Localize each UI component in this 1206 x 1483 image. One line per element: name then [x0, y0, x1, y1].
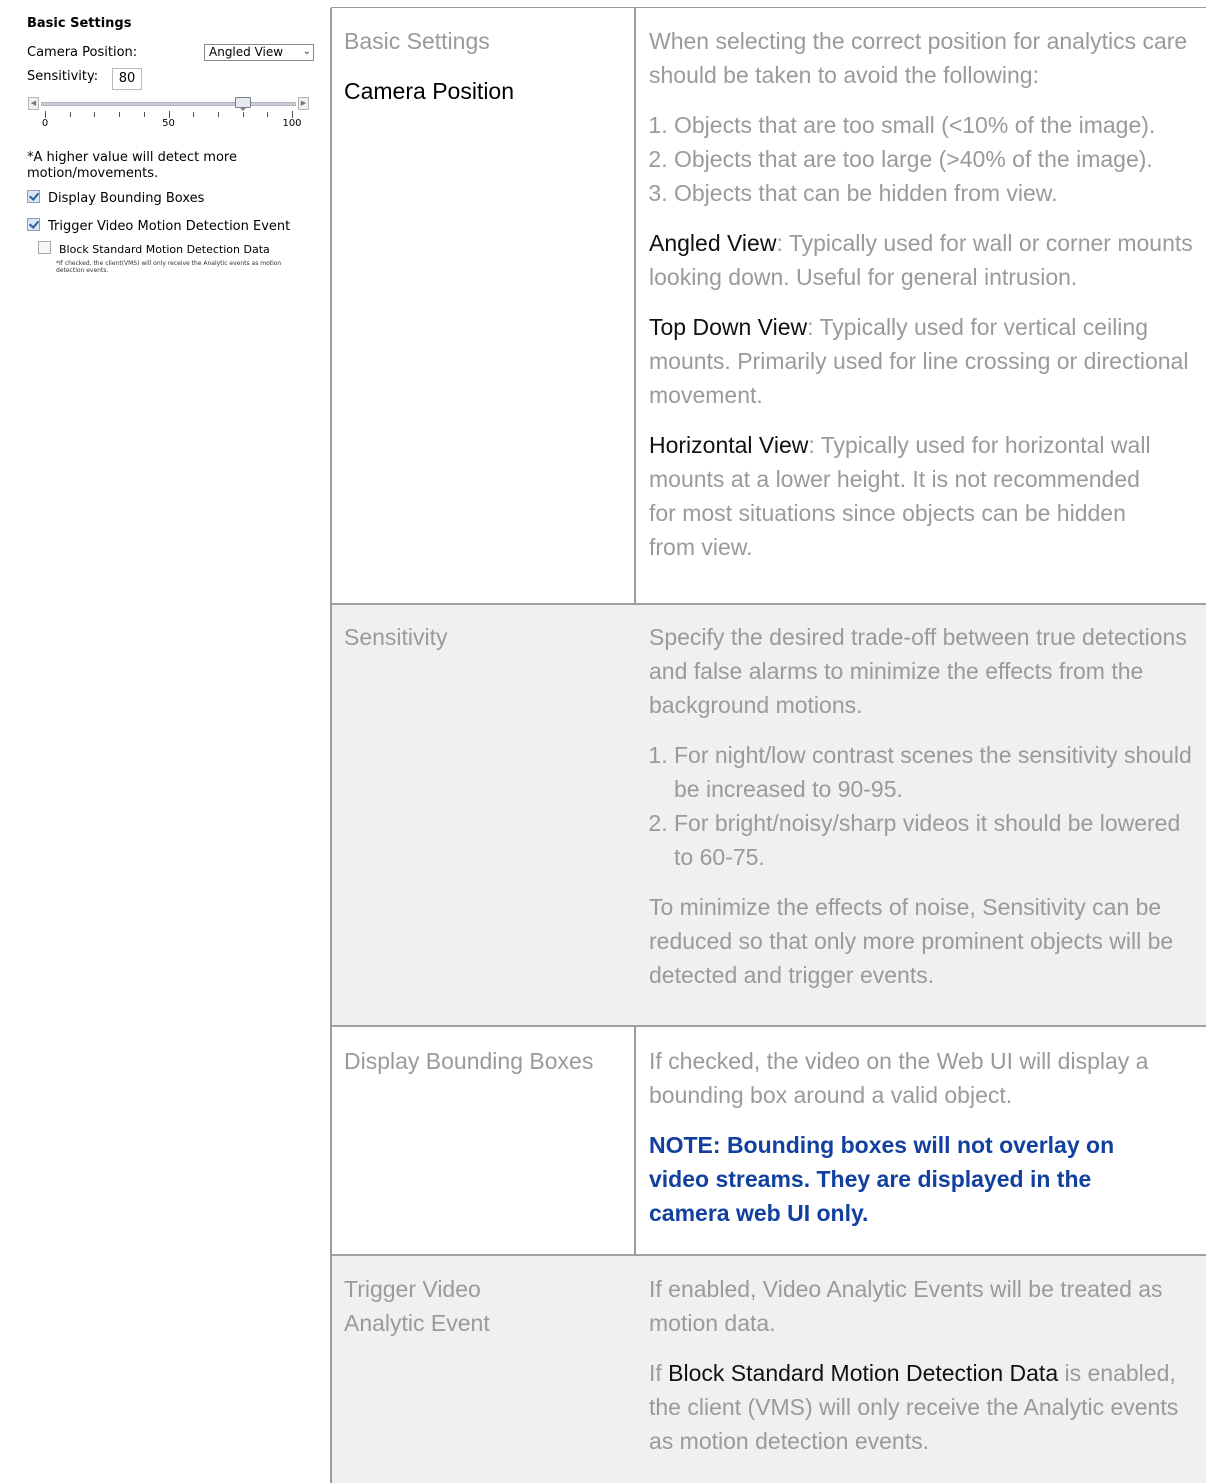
- block-motion-text: If Block Standard Motion Detection Data …: [649, 1356, 1205, 1458]
- position-intro: When selecting the correct position for …: [649, 28, 1188, 88]
- camera-position-value: Angled View: [209, 45, 284, 59]
- camera-position-select[interactable]: Angled View ⌄: [204, 44, 314, 61]
- slider-tick: [242, 112, 244, 117]
- block-standard-motion-option[interactable]: Block Standard Motion Detection Data: [38, 241, 270, 256]
- panel-title: Basic Settings: [27, 16, 132, 31]
- slider-left-arrow-icon[interactable]: ◀: [28, 97, 39, 110]
- list-item: For night/low contrast scenes the sensit…: [674, 738, 1205, 806]
- checkbox-label: Display Bounding Boxes: [48, 191, 205, 206]
- basic-settings-panel: Basic Settings Camera Position: Angled V…: [21, 10, 317, 285]
- chevron-down-icon: ⌄: [302, 46, 311, 57]
- sensitivity-note: *A higher value will detect more motion/…: [27, 150, 237, 181]
- trigger-event-option[interactable]: Trigger Video Motion Detection Event: [27, 218, 290, 234]
- display-bounding-boxes-checkbox[interactable]: [27, 190, 40, 203]
- display-bounding-boxes-option[interactable]: Display Bounding Boxes: [27, 190, 204, 206]
- camera-position-label: Camera Position:: [27, 45, 138, 60]
- bounding-boxes-row-label: Display Bounding Boxes: [344, 1048, 594, 1074]
- row4-description: If enabled, Video Analytic Events will b…: [649, 1272, 1205, 1474]
- checkbox-label: Trigger Video Motion Detection Event: [48, 219, 291, 234]
- sensitivity-slider[interactable]: ◀ ▶ 0 50 100: [28, 97, 309, 137]
- block-standard-motion-checkbox[interactable]: [38, 241, 51, 254]
- trigger-row-label: Trigger Video Analytic Event: [344, 1272, 490, 1340]
- slider-tick: [292, 111, 293, 118]
- block-motion-note: *If checked, the client(VMS) will only r…: [56, 260, 282, 274]
- row2-description: Specify the desired trade-off between tr…: [649, 620, 1205, 1008]
- trigger-label-line2: Analytic Event: [344, 1310, 490, 1336]
- basic-settings-heading: Basic Settings: [344, 28, 490, 54]
- sensitivity-outro: To minimize the effects of noise, Sensit…: [649, 894, 1174, 988]
- list-item: For bright/noisy/sharp videos it should …: [674, 806, 1205, 874]
- row-divider: [332, 603, 1206, 605]
- sensitivity-list: For night/low contrast scenes the sensit…: [649, 738, 1205, 874]
- row3-description: If checked, the video on the Web UI will…: [649, 1044, 1205, 1246]
- block-text-pre: If: [649, 1360, 669, 1386]
- row-divider: [332, 1025, 1206, 1027]
- row1-label: Basic Settings Camera Position: [344, 24, 514, 108]
- sensitivity-label: Sensitivity:: [27, 69, 99, 84]
- slider-tick: [193, 112, 195, 117]
- position-avoid-list: Objects that are too small (<10% of the …: [649, 108, 1205, 210]
- slider-tick: [94, 112, 96, 117]
- angled-view-term: Angled View: [649, 230, 777, 256]
- angled-view-desc: Angled View: Typically used for wall or …: [649, 226, 1205, 294]
- row-divider: [332, 1254, 1206, 1256]
- list-item: Objects that can be hidden from view.: [674, 176, 1205, 210]
- slider-tick: [168, 111, 170, 118]
- slider-tick: [267, 112, 269, 117]
- camera-position-heading: Camera Position: [344, 78, 515, 104]
- slider-tick: [217, 112, 219, 117]
- trigger-text: If enabled, Video Analytic Events will b…: [649, 1276, 1163, 1336]
- sensitivity-intro: Specify the desired trade-off between tr…: [649, 624, 1187, 718]
- top-down-view-term: Top Down View: [649, 314, 808, 340]
- tick-label-min: 0: [41, 118, 49, 129]
- slider-track[interactable]: [41, 102, 296, 106]
- sensitivity-input[interactable]: 80: [112, 68, 142, 90]
- block-motion-term: Block Standard Motion Detection Data: [668, 1360, 1059, 1386]
- bounding-boxes-text: If checked, the video on the Web UI will…: [649, 1048, 1149, 1108]
- slider-right-arrow-icon[interactable]: ▶: [298, 97, 309, 110]
- trigger-label-line1: Trigger Video: [344, 1276, 481, 1302]
- tick-label-max: 100: [282, 118, 302, 129]
- trigger-event-checkbox[interactable]: [27, 218, 40, 231]
- horizontal-view-term: Horizontal View: [649, 432, 809, 458]
- slider-tick: [45, 111, 46, 118]
- list-item: Objects that are too large (>40% of the …: [674, 142, 1205, 176]
- tick-label-mid: 50: [162, 118, 175, 129]
- slider-tick: [143, 112, 145, 117]
- slider-thumb[interactable]: [234, 97, 251, 111]
- row1-description: When selecting the correct position for …: [649, 24, 1205, 580]
- list-item: Objects that are too small (<10% of the …: [674, 108, 1205, 142]
- slider-tick: [69, 112, 71, 117]
- checkbox-label: Block Standard Motion Detection Data: [59, 243, 270, 256]
- table-top-border: [331, 7, 1206, 8]
- slider-tick: [119, 112, 121, 117]
- horizontal-view-desc: Horizontal View: Typically used for hori…: [649, 428, 1159, 564]
- top-down-view-desc: Top Down View: Typically used for vertic…: [649, 310, 1205, 412]
- sensitivity-row-label: Sensitivity: [344, 624, 448, 650]
- bounding-boxes-note: NOTE: Bounding boxes will not overlay on…: [649, 1132, 1115, 1226]
